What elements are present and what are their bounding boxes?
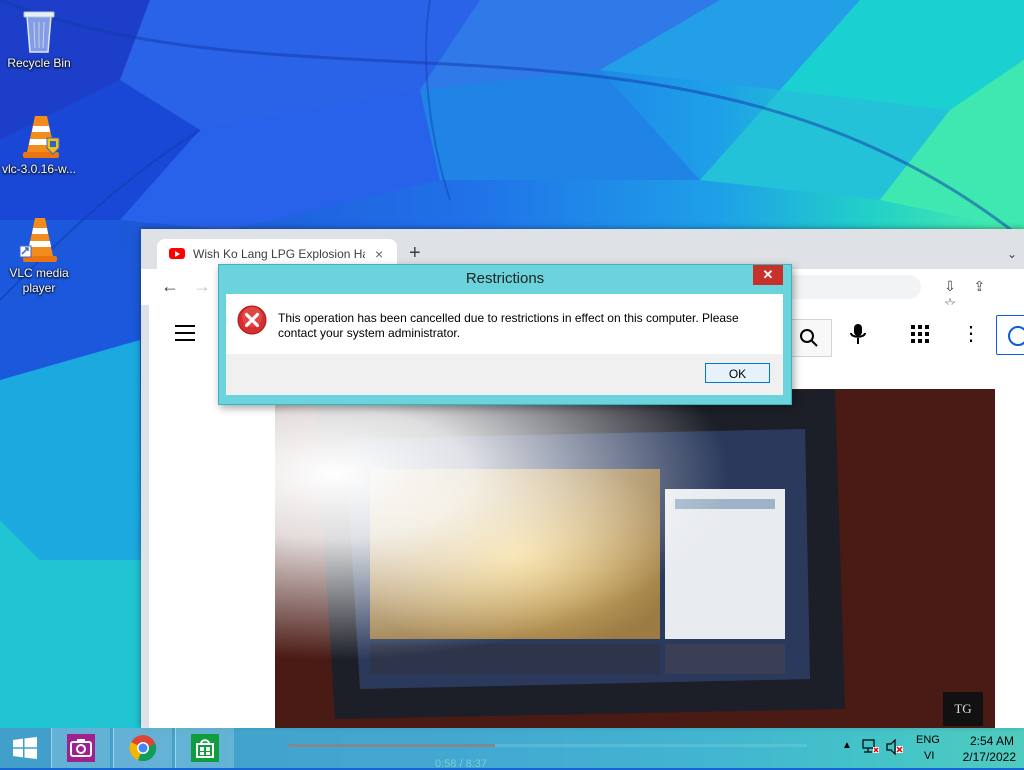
more-options-icon[interactable]: ⋮ <box>961 321 981 346</box>
taskbar-chrome[interactable] <box>113 728 172 768</box>
taskbar-camera-app[interactable] <box>51 728 110 768</box>
desktop-icon-vlc-installer[interactable]: vlc-3.0.16-w... <box>0 112 78 177</box>
system-tray: ▲ ENG VI 2:54 AM 2/17/2022 <box>840 728 1024 768</box>
menu-icon[interactable] <box>175 325 195 341</box>
restrictions-dialog: Restrictions ✕ This operation has been c… <box>218 264 792 405</box>
network-icon[interactable] <box>862 739 880 755</box>
back-button[interactable]: ← <box>161 276 179 297</box>
video-frame <box>275 389 995 728</box>
dialog-title: Restrictions <box>465 270 545 287</box>
recycle-bin-icon <box>23 11 55 53</box>
microphone-icon[interactable] <box>849 323 867 345</box>
taskbar: ▲ ENG VI 2:54 AM 2/17/2022 <box>0 728 1024 768</box>
youtube-favicon-icon <box>169 248 185 259</box>
volume-muted-icon[interactable] <box>886 739 904 755</box>
tab-search-chevron-icon[interactable]: ⌄ <box>1007 247 1017 261</box>
dialog-body: This operation has been cancelled due to… <box>226 294 783 354</box>
tab-strip: Wish Ko Lang LPG Explosion Has × + ⌄ <box>141 229 1024 269</box>
search-icon <box>800 329 818 347</box>
store-icon <box>191 734 219 762</box>
input-language[interactable]: ENG <box>916 734 940 746</box>
start-button[interactable] <box>0 728 50 768</box>
sign-in-button[interactable] <box>996 315 1024 355</box>
error-icon <box>237 305 267 335</box>
vlc-installer-icon <box>23 116 60 158</box>
share-icon[interactable]: ⇪ <box>966 278 992 295</box>
toolbar-actions: ⇩ ⇪ ☆ <box>937 278 1021 311</box>
install-icon[interactable]: ⇩ <box>937 278 963 295</box>
apps-grid-icon[interactable] <box>911 325 929 343</box>
video-player[interactable]: TG <box>275 389 995 728</box>
chrome-icon <box>129 735 157 762</box>
vlc-icon <box>19 218 57 262</box>
desktop-icon-label: VLC media player <box>9 266 69 295</box>
forward-button[interactable]: → <box>193 276 211 297</box>
desktop-icon-vlc-media-player[interactable]: VLC media player <box>0 216 78 296</box>
desktop-icon-label: vlc-3.0.16-w... <box>1 162 77 176</box>
ok-button[interactable]: OK <box>705 363 770 383</box>
tab-title: Wish Ko Lang LPG Explosion Has <box>193 247 365 261</box>
taskbar-store[interactable] <box>175 728 234 768</box>
desktop-icon-recycle-bin[interactable]: Recycle Bin <box>0 6 78 71</box>
clock-time[interactable]: 2:54 AM <box>952 734 1014 748</box>
tab-close-icon[interactable]: × <box>375 246 383 262</box>
dialog-message: This operation has been cancelled due to… <box>278 311 739 340</box>
dialog-footer: OK <box>226 354 783 395</box>
show-hidden-icons-icon[interactable]: ▲ <box>842 740 852 751</box>
dialog-close-button[interactable]: ✕ <box>753 265 783 285</box>
clock-date[interactable]: 2/17/2022 <box>948 750 1016 764</box>
windows-logo-icon <box>13 737 37 759</box>
desktop-icon-label: Recycle Bin <box>7 56 71 70</box>
new-tab-button[interactable]: + <box>409 243 421 263</box>
input-language-sub[interactable]: VI <box>924 750 934 762</box>
search-button[interactable] <box>789 319 832 357</box>
channel-watermark-logo: TG <box>943 692 983 726</box>
camera-app-icon <box>67 734 95 762</box>
